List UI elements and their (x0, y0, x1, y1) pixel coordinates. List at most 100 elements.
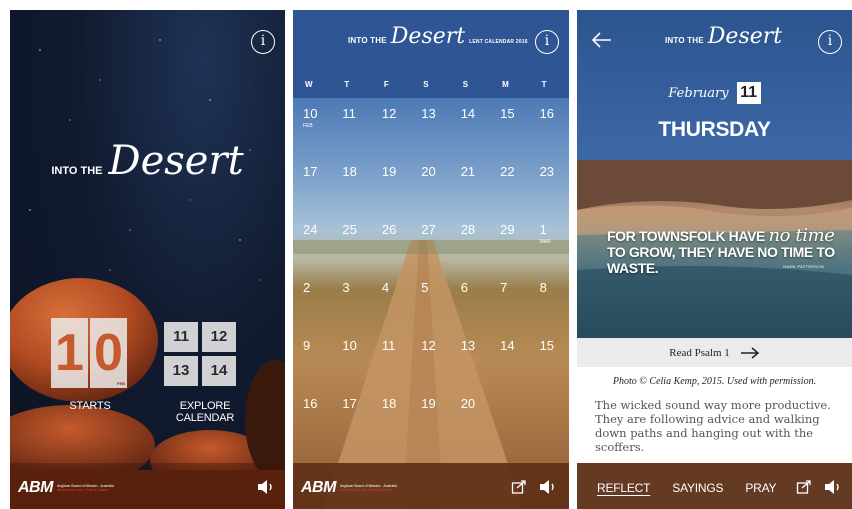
mini-calendar-day: 11 (164, 322, 198, 352)
abm-logo[interactable]: ABM Anglican Board of Mission - Australi… (18, 479, 117, 497)
calendar-day-cell[interactable]: 2 (293, 274, 332, 332)
calendar-day-cell[interactable]: 4 (372, 274, 411, 332)
calendar-day-cell[interactable]: 16 (530, 100, 569, 158)
back-arrow-icon[interactable] (591, 30, 613, 50)
calendar-day-month: FEB (303, 123, 313, 129)
day-brand: INTO THE Desert (665, 24, 782, 49)
brand-into-the: INTO THE (348, 36, 387, 45)
date-row: February 11 (577, 82, 852, 104)
calendar-day-cell[interactable]: 3 (332, 274, 371, 332)
weekday-label: F (383, 80, 389, 89)
calendar-day-number: 12 (421, 338, 436, 353)
tab-sayings[interactable]: SAYINGS (672, 481, 723, 495)
calendar-day-cell[interactable]: 9 (293, 332, 332, 390)
sound-icon[interactable] (824, 479, 842, 495)
calendar-day-cell[interactable]: 12 (411, 332, 450, 390)
explore-calendar-label[interactable]: EXPLORE CALENDAR (150, 400, 260, 424)
calendar-day-cell[interactable]: 19 (411, 390, 450, 448)
tab-reflect[interactable]: REFLECT (597, 481, 650, 495)
calendar-day-cell[interactable]: 5 (411, 274, 450, 332)
calendar-day-number: 23 (539, 164, 555, 179)
calendar-day-cell[interactable]: 1 MAR (530, 216, 569, 274)
weekday-label: S (423, 80, 429, 89)
weekday-header: W T F S S M T (293, 80, 569, 89)
calendar-day-cell[interactable]: 6 (451, 274, 490, 332)
mini-calendar-day: 13 (164, 356, 198, 386)
start-date-month: FEB (117, 381, 125, 386)
calendar-day-number: 18 (342, 164, 357, 179)
calendar-day-cell[interactable]: 14 (490, 332, 529, 390)
calendar-day-cell[interactable]: 15 (490, 100, 529, 158)
calendar-day-cell[interactable]: 23 (530, 158, 569, 216)
calendar-day-month: MAR (539, 239, 551, 245)
brand-desert: Desert (707, 24, 783, 49)
day-detail-screen: INTO THE Desert i February 11 THURSDAY F… (577, 10, 852, 509)
calendar-day-cell[interactable]: 16 (293, 390, 332, 448)
footer-bar: ABM Anglican Board of Mission - Australi… (293, 463, 569, 509)
calendar-day-number: 16 (303, 396, 318, 411)
calendar-day-cell[interactable]: 21 (451, 158, 490, 216)
calendar-day-cell[interactable]: 11 (372, 332, 411, 390)
info-icon[interactable]: i (818, 30, 842, 54)
calendar-screen: INTO THE Desert LENT CALENDAR 2016 i W T… (293, 10, 569, 509)
calendar-day-cell[interactable]: 13 (411, 100, 450, 158)
quote-part2: TO GROW, THEY HAVE NO TIME TO WASTE. (607, 244, 835, 276)
calendar-day-cell[interactable]: 18 (332, 158, 371, 216)
calendar-day-cell[interactable]: 17 (332, 390, 371, 448)
info-icon[interactable]: i (535, 30, 559, 54)
starts-label[interactable]: STARTS (55, 400, 125, 412)
start-date-tile-tens[interactable]: 1 (51, 318, 88, 388)
calendar-day-cell[interactable]: 10 (332, 332, 371, 390)
calendar-day-cell[interactable]: 17 (293, 158, 332, 216)
calendar-day-cell[interactable]: 7 (490, 274, 529, 332)
weekday-label: W (305, 80, 313, 89)
calendar-day-cell[interactable]: 25 (332, 216, 371, 274)
calendar-day-cell[interactable]: 20 (411, 158, 450, 216)
calendar-day-number: 21 (460, 164, 476, 179)
calendar-day-number: 11 (342, 106, 356, 121)
weekday-label: S (462, 80, 469, 89)
calendar-day-cell[interactable]: 10 FEB (293, 100, 332, 158)
photo-credit: Photo © Celia Kemp, 2015. Used with perm… (612, 376, 817, 387)
calendar-day-number: 5 (421, 280, 429, 295)
calendar-day-number: 8 (539, 280, 547, 295)
reflection-text: The wicked sound way more productive. Th… (595, 398, 831, 454)
explore-calendar-grid[interactable]: 11 12 13 14 (164, 322, 236, 386)
abm-logo[interactable]: ABM Anglican Board of Mission - Australi… (301, 479, 400, 497)
calendar-day-number: 10 (303, 106, 318, 121)
weekday-label: T (541, 80, 547, 89)
sound-icon[interactable] (257, 479, 275, 495)
calendar-day-cell[interactable]: 19 (372, 158, 411, 216)
calendar-day-number: 4 (381, 280, 390, 295)
calendar-day-cell[interactable]: 24 (293, 216, 332, 274)
calendar-day-cell[interactable]: 12 (372, 100, 411, 158)
calendar-day-number: 14 (500, 338, 515, 353)
calendar-day-cell[interactable]: 14 (451, 100, 490, 158)
info-icon[interactable]: i (251, 30, 275, 54)
calendar-day-cell[interactable]: 15 (530, 332, 569, 390)
abm-tagline: Anglican Board of Mission - Australia Wo… (340, 484, 400, 493)
tab-pray[interactable]: PRAY (745, 481, 776, 495)
title-desert: Desert (108, 138, 244, 184)
calendar-day-cell[interactable]: 22 (490, 158, 529, 216)
weekday-title: THURSDAY (658, 118, 771, 141)
calendar-day-cell[interactable]: 29 (490, 216, 529, 274)
calendar-day-cell[interactable]: 20 (451, 390, 490, 448)
calendar-day-cell[interactable]: 27 (411, 216, 450, 274)
calendar-day-cell[interactable]: 13 (451, 332, 490, 390)
read-psalm-button[interactable]: Read Psalm 1 (577, 338, 852, 367)
day-number: 11 (736, 82, 761, 104)
calendar-day-cell[interactable]: 18 (372, 390, 411, 448)
sound-icon[interactable] (539, 479, 557, 495)
calendar-day-cell[interactable]: 28 (451, 216, 490, 274)
calendar-day-number: 2 (303, 280, 311, 295)
share-icon[interactable] (796, 479, 812, 495)
calendar-day-cell[interactable]: 26 (372, 216, 411, 274)
calendar-day-cell[interactable]: 8 (530, 274, 569, 332)
start-date-tile-units[interactable]: 0 FEB (90, 318, 127, 388)
calendar-day-number: 13 (460, 338, 476, 353)
share-icon[interactable] (511, 479, 527, 495)
calendar-day-cell[interactable]: 11 (332, 100, 371, 158)
calendar-day-number: 28 (460, 222, 476, 237)
calendar-day-number: 12 (381, 106, 397, 121)
